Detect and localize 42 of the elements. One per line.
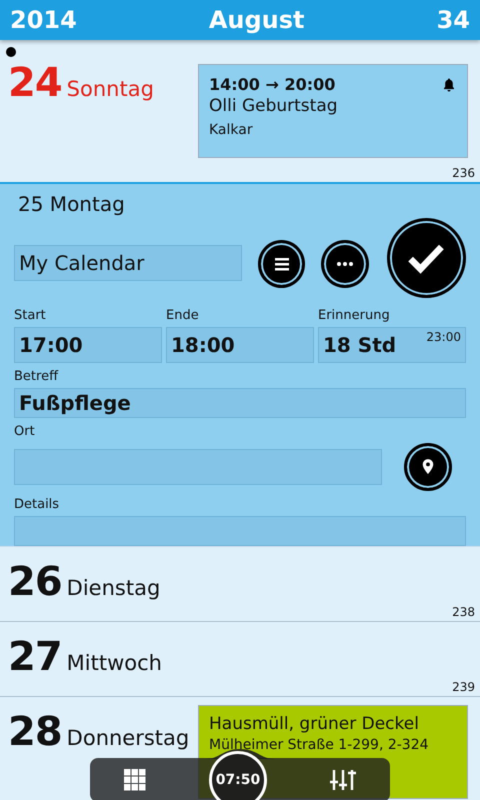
day-of-year: 239 [452,680,475,694]
field-label: Erinnerung [318,308,391,323]
day-number: 24 [8,60,62,106]
end-field[interactable]: 18:00 [166,327,314,363]
map-pin-icon [421,458,435,476]
event-title: Hausmüll, grüner Deckel [209,714,420,734]
field-label: Details [14,497,60,512]
subject-field[interactable]: Fußpflege [14,388,466,418]
map-pin-button[interactable] [404,443,452,491]
menu-button[interactable] [258,240,306,288]
field-label: Ende [166,308,200,323]
day-number: 27 [8,634,62,680]
details-field[interactable] [14,516,466,546]
reminder-field[interactable]: 18 Std 23:00 [318,327,466,363]
month-title: August [208,6,305,34]
event-location: Mülheimer Straße 1-299, 2-324 [209,737,430,753]
reminder-time: 23:00 [426,330,461,344]
field-label: Start [14,308,47,323]
start-field[interactable]: 17:00 [14,327,162,363]
event-time: 14:00 → 20:00 [209,75,336,94]
year-label: 2014 [10,6,77,34]
day-number: 26 [8,559,62,605]
field-label: Betreff [14,369,60,384]
more-icon [335,260,356,268]
day-of-year: 236 [452,166,475,180]
location-field[interactable] [14,449,382,485]
day-number: 28 [8,709,62,755]
day-of-year: 238 [452,605,475,619]
event-location: Kalkar [209,122,254,138]
field-label: Ort [14,424,36,439]
week-number: 34 [436,6,470,34]
calendar-field[interactable]: My Calendar [14,245,242,281]
weekday-name: Mittwoch [66,651,162,675]
event-card[interactable]: 14:00 → 20:00 Olli Geburtstag Kalkar [198,64,468,158]
weekday-name: Dienstag [66,576,160,600]
weekday-name: Sonntag [66,77,154,101]
editor-day-title: 25 Montag [18,192,126,216]
grid-icon [124,769,146,791]
event-title: Olli Geburtstag [209,96,339,116]
sliders-icon [330,768,356,792]
weekday-name: Donnerstag [66,726,190,750]
more-button[interactable] [321,240,369,288]
